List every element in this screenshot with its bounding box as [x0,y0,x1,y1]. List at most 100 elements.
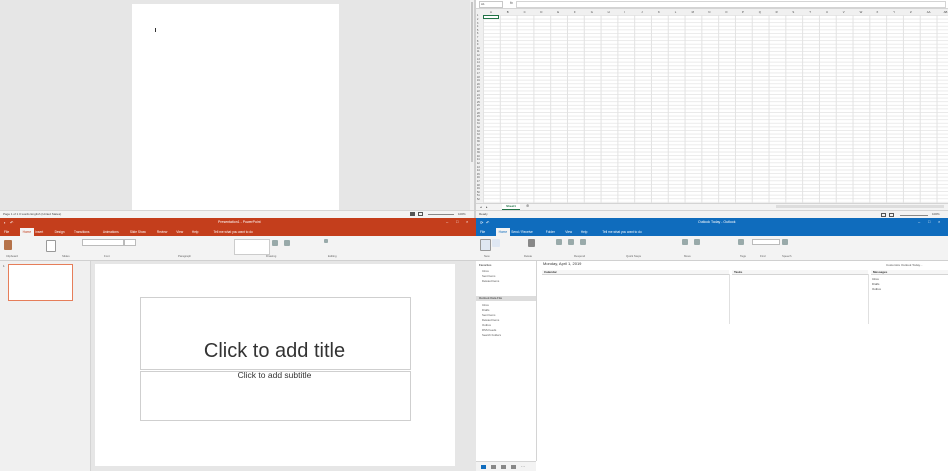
column-header[interactable]: E [557,10,559,14]
close-icon[interactable]: × [466,220,468,224]
column-header[interactable]: R [776,10,778,14]
tab-file[interactable]: File [4,228,9,236]
column-header[interactable]: T [809,10,811,14]
customize-outlook-today-link[interactable]: Customize Outlook Today... [886,264,922,267]
formula-input[interactable] [516,1,946,8]
favorite-folder[interactable]: Deleted Items [482,280,499,283]
tab-slide-show[interactable]: Slide Show [130,228,146,236]
normal-view-icon[interactable] [881,213,886,217]
selected-cell[interactable] [483,15,499,19]
tab-help[interactable]: Help [581,228,588,236]
favorite-folder[interactable]: Sent Items [482,275,495,278]
forward-icon[interactable] [580,239,586,245]
move-icon[interactable] [682,239,688,245]
search-people-input[interactable] [752,239,780,245]
new-sheet-icon[interactable]: ⊕ [526,204,529,208]
column-header[interactable]: D [540,10,542,14]
column-header[interactable]: U [826,10,828,14]
tab-home[interactable]: Home [19,228,35,236]
new-slide-icon[interactable] [46,240,56,252]
column-header[interactable]: AA [927,10,931,14]
print-layout-icon[interactable] [418,212,423,216]
zoom-slider[interactable] [428,214,454,215]
outlook-close-icon[interactable]: × [938,220,940,224]
column-header[interactable]: A [490,10,492,14]
read-mode-icon[interactable] [410,212,415,216]
tab-folder[interactable]: Folder [546,228,555,236]
tell-me-search[interactable]: Tell me what you want to do [214,228,253,236]
column-header[interactable]: Q [759,10,761,14]
mail-folder[interactable]: RSS Feeds [482,329,496,332]
paste-icon[interactable] [4,240,12,250]
calendar-icon[interactable] [491,465,496,469]
column-header[interactable]: S [792,10,794,14]
column-header[interactable]: AB [944,10,948,14]
tab-view[interactable]: View [176,228,183,236]
arrange-icon[interactable] [272,240,278,246]
sheet-nav-left-icon[interactable]: ◂ [480,205,482,209]
outlook-data-file-header[interactable]: Outlook Data File [479,297,502,300]
mail-folder[interactable]: Search Folders [482,334,501,337]
flag-icon[interactable] [738,239,744,245]
column-header[interactable]: O [725,10,727,14]
tab-animations[interactable]: Animations [103,228,119,236]
column-header[interactable]: J [641,10,642,14]
favorite-folder[interactable]: Inbox [482,270,489,273]
column-header[interactable]: L [675,10,677,14]
column-header[interactable]: H [608,10,610,14]
mail-icon[interactable] [481,465,486,469]
column-header[interactable]: M [692,10,694,14]
tab-view[interactable]: View [565,228,572,236]
column-header[interactable]: W [860,10,863,14]
column-header[interactable]: X [876,10,878,14]
scroll-thumb[interactable] [471,2,473,162]
reply-icon[interactable] [556,239,562,245]
maximize-icon[interactable]: □ [456,220,458,224]
reply-all-icon[interactable] [568,239,574,245]
messages-outbox[interactable]: Outbox [872,288,881,291]
send-receive-icon[interactable]: ⟳ [480,221,483,225]
tab-send-receive[interactable]: Send / Receive [511,228,533,236]
excel-horizontal-scrollbar[interactable] [776,205,944,208]
messages-inbox[interactable]: Inbox [872,278,879,281]
tasks-icon[interactable] [511,465,516,469]
column-header[interactable]: G [591,10,593,14]
column-header[interactable]: C [524,10,526,14]
column-header[interactable]: N [708,10,710,14]
people-icon[interactable] [501,465,506,469]
font-size-select[interactable] [124,239,136,246]
column-header[interactable]: K [658,10,660,14]
tab-help[interactable]: Help [192,228,199,236]
save-icon[interactable]: ▪ [4,221,5,225]
word-vertical-scrollbar[interactable] [470,0,474,210]
shapes-gallery[interactable] [234,239,270,255]
undo-icon[interactable]: ↶ [10,221,13,225]
column-header[interactable]: Y [893,10,895,14]
new-email-icon[interactable] [480,239,491,251]
function-icon[interactable]: fx [510,1,513,6]
favorites-header[interactable]: Favorites [479,264,491,267]
read-aloud-icon[interactable] [782,239,788,245]
column-header[interactable]: F [574,10,576,14]
new-items-icon[interactable] [492,239,500,247]
rules-icon[interactable] [694,239,700,245]
column-header[interactable]: P [742,10,744,14]
minimize-icon[interactable]: – [446,220,448,224]
tab-file[interactable]: File [480,228,485,236]
delete-icon[interactable] [528,239,535,247]
excel-zoom-level[interactable]: 100% [932,213,940,216]
outlook-undo-icon[interactable]: ↶ [486,221,489,225]
outlook-minimize-icon[interactable]: – [918,220,920,224]
mail-folder[interactable]: Sent Items [482,314,495,317]
tab-transitions[interactable]: Transitions [74,228,89,236]
column-header[interactable]: B [507,10,509,14]
font-name-select[interactable] [82,239,124,246]
mail-folder[interactable]: Outbox [482,324,491,327]
tab-design[interactable]: Design [55,228,65,236]
sheet-nav-right-icon[interactable]: ▸ [486,205,488,209]
find-icon[interactable] [324,239,328,243]
worksheet-grid[interactable] [483,15,948,203]
excel-zoom-slider[interactable] [900,215,928,216]
messages-drafts[interactable]: Drafts [872,283,879,286]
column-header[interactable]: Z [910,10,912,14]
